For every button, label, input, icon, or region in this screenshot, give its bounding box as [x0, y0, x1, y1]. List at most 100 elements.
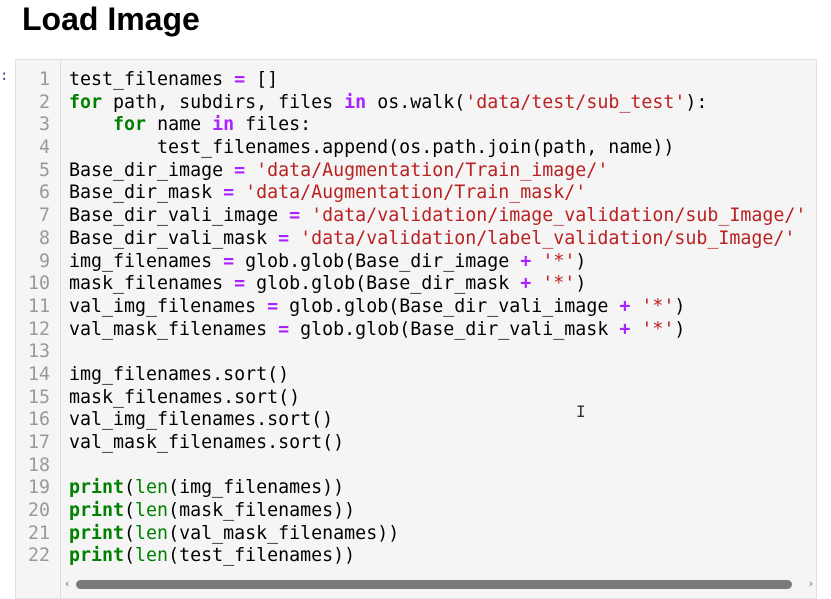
code-token: Base_dir_vali_image [69, 205, 290, 227]
code-text[interactable]: val_mask_filenames = glob.glob(Base_dir_… [69, 319, 685, 342]
code-line[interactable]: 17 val_mask_filenames.sort() [16, 432, 816, 455]
code-text[interactable]: mask_filenames.sort() [69, 387, 300, 410]
code-line[interactable]: 11 val_img_filenames = glob.glob(Base_dir… [16, 296, 816, 319]
code-token: print [69, 545, 125, 567]
code-token: glob.glob(Base_dir_mask [245, 273, 521, 295]
code-token: glob.glob(Base_dir_vali_image [278, 295, 620, 317]
code-text[interactable]: print(len(val_mask_filenames)) [69, 523, 399, 546]
code-text[interactable]: Base_dir_image = 'data/Augmentation/Trai… [69, 160, 608, 183]
line-number: 8 [38, 227, 50, 249]
code-token: print [69, 477, 125, 499]
code-line[interactable]: 6 Base_dir_mask = 'data/Augmentation/Trai… [16, 182, 816, 205]
code-token: = [223, 182, 235, 204]
code-text[interactable]: val_img_filenames.sort() [69, 409, 333, 432]
code-token: in [344, 91, 367, 113]
code-line[interactable]: 20 print(len(mask_filenames)) [16, 500, 816, 523]
code-token: mask_filenames [69, 273, 235, 295]
line-number: 13 [27, 341, 50, 363]
line-number: 2 [38, 91, 50, 113]
code-text[interactable]: Base_dir_vali_mask = 'data/validation/la… [69, 228, 795, 251]
code-line[interactable]: 22 print(len(test_filenames)) [16, 545, 816, 568]
code-line[interactable]: 15 mask_filenames.sort() [16, 387, 816, 410]
line-number: 16 [27, 409, 50, 431]
code-token: glob.glob(Base_dir_image [234, 250, 521, 272]
code-token: val_mask_filenames [69, 318, 279, 340]
code-token: '*' [542, 250, 576, 272]
code-text[interactable]: print(len(img_filenames)) [69, 477, 344, 500]
code-text[interactable]: for path, subdirs, files in os.walk('dat… [69, 92, 707, 115]
code-editor[interactable]: 1 test_filenames = [] 2 for path, subdirs, … [16, 69, 816, 568]
line-number: 11 [27, 295, 50, 317]
code-token: for [69, 91, 103, 113]
code-token: Base_dir_mask [69, 182, 224, 204]
code-text[interactable]: Base_dir_vali_image = 'data/validation/i… [69, 205, 806, 228]
code-line[interactable]: 12 val_mask_filenames = glob.glob(Base_di… [16, 319, 816, 342]
line-number: 6 [38, 182, 50, 204]
code-text[interactable]: val_img_filenames = glob.glob(Base_dir_v… [69, 296, 685, 319]
code-line[interactable]: 2 for path, subdirs, files in os.walk('da… [16, 92, 816, 115]
code-token: test_filenames [69, 69, 235, 90]
code-text[interactable]: for name in files: [69, 114, 311, 137]
line-number: 10 [27, 273, 50, 295]
line-number: 17 [27, 432, 50, 453]
code-cell[interactable]: 1 test_filenames = [] 2 for path, subdirs, … [15, 59, 817, 599]
code-token: ( [124, 500, 136, 522]
code-token: mask_filenames.sort() [69, 386, 301, 408]
code-token: len [135, 477, 169, 499]
code-line[interactable]: 9 img_filenames = glob.glob(Base_dir_imag… [16, 251, 816, 274]
scrollbar-thumb[interactable] [76, 580, 792, 589]
code-line[interactable]: 21 print(len(val_mask_filenames)) [16, 523, 816, 546]
code-token: = [278, 227, 290, 249]
code-token: in [212, 114, 235, 136]
code-line[interactable]: 1 test_filenames = [] [16, 69, 816, 92]
horizontal-scrollbar[interactable]: ‹ › [62, 577, 816, 591]
code-line[interactable]: 19 print(len(img_filenames)) [16, 477, 816, 500]
code-line[interactable]: 10 mask_filenames = glob.glob(Base_dir_ma… [16, 273, 816, 296]
code-token: ( [124, 545, 136, 567]
code-line[interactable]: 13 [16, 341, 816, 364]
code-line[interactable]: 7 Base_dir_vali_image = 'data/validation/… [16, 205, 816, 228]
code-token: 'data/validation/image_validation/sub_Im… [311, 205, 807, 227]
code-token: os.walk( [366, 91, 466, 113]
code-token: (img_filenames)) [168, 477, 345, 499]
scroll-right-arrow-icon[interactable]: › [809, 577, 813, 591]
code-token: ( [124, 477, 136, 499]
code-text[interactable]: img_filenames.sort() [69, 364, 289, 387]
code-line[interactable]: 14 img_filenames.sort() [16, 364, 816, 387]
code-line[interactable]: 3 for name in files: [16, 114, 816, 137]
code-line[interactable]: 18 [16, 455, 816, 478]
code-text[interactable]: Base_dir_mask = 'data/Augmentation/Train… [69, 182, 586, 205]
code-line[interactable]: 16 val_img_filenames.sort() [16, 409, 816, 432]
code-token: = [267, 295, 279, 317]
code-text[interactable]: print(len(test_filenames)) [69, 545, 355, 568]
code-token: '*' [542, 273, 576, 295]
code-token: = [223, 250, 235, 272]
code-text[interactable]: img_filenames = glob.glob(Base_dir_image… [69, 251, 586, 274]
code-text[interactable]: print(len(mask_filenames)) [69, 500, 355, 523]
code-token: val_img_filenames [69, 295, 268, 317]
code-token: '*' [641, 295, 675, 317]
code-line[interactable]: 4 test_filenames.append(os.path.join(pat… [16, 137, 816, 160]
cell-prompt: : [0, 68, 9, 84]
code-text[interactable]: test_filenames = [] [69, 69, 278, 92]
line-number: 20 [27, 500, 50, 522]
scroll-left-arrow-icon[interactable]: ‹ [65, 577, 69, 591]
code-line[interactable]: 8 Base_dir_vali_mask = 'data/validation/l… [16, 228, 816, 251]
code-text[interactable]: val_mask_filenames.sort() [69, 432, 344, 455]
code-token: Base_dir_vali_mask [69, 227, 279, 249]
code-token: path, subdirs, files [102, 91, 345, 113]
code-text[interactable]: test_filenames.append(os.path.join(path,… [69, 137, 674, 160]
code-text[interactable]: mask_filenames = glob.glob(Base_dir_mask… [69, 273, 586, 296]
code-line[interactable]: 5 Base_dir_image = 'data/Augmentation/Tra… [16, 160, 816, 183]
code-token: name [146, 114, 213, 136]
code-token: 'data/validation/label_validation/sub_Im… [300, 227, 796, 249]
code-token: (val_mask_filenames)) [168, 522, 400, 544]
code-token: val_mask_filenames.sort() [69, 432, 345, 453]
code-token: + [520, 273, 532, 295]
code-token: print [69, 522, 125, 544]
